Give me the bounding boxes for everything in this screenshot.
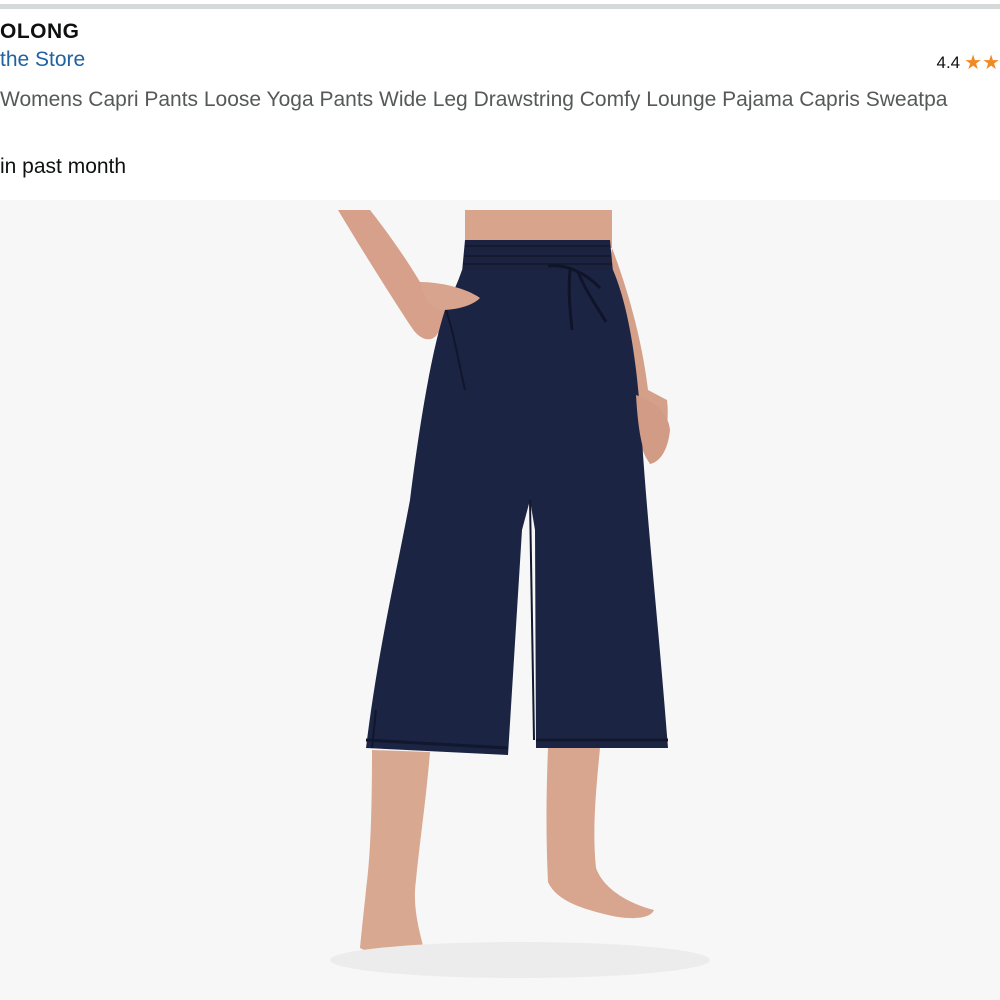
product-image [330, 210, 710, 978]
bought-in-past-month: in past month [0, 155, 127, 178]
pants-fold [529, 499, 535, 741]
rating-value: 4.4 [936, 53, 961, 72]
product-image-area[interactable] [0, 200, 1000, 1000]
pants [366, 270, 668, 755]
star-rating: ★ ★ [964, 53, 1000, 73]
star-icon: ★ [964, 52, 983, 74]
floor-shadow [330, 942, 710, 978]
rating[interactable]: 4.4 ★ ★ [936, 51, 1000, 75]
left-leg [360, 750, 430, 957]
product-title[interactable]: Womens Capri Pants Loose Yoga Pants Wide… [0, 88, 947, 112]
top-divider [0, 4, 1000, 9]
right-leg [546, 748, 654, 919]
brand-name: OLONG [0, 20, 80, 43]
product-page: OLONG the Store 4.4 ★ ★ Womens Capri Pan… [0, 0, 1000, 1000]
star-icon: ★ [982, 52, 1000, 74]
visit-store-link[interactable]: the Store [0, 48, 85, 72]
product-header: OLONG the Store 4.4 ★ ★ Womens Capri Pan… [0, 10, 1000, 200]
